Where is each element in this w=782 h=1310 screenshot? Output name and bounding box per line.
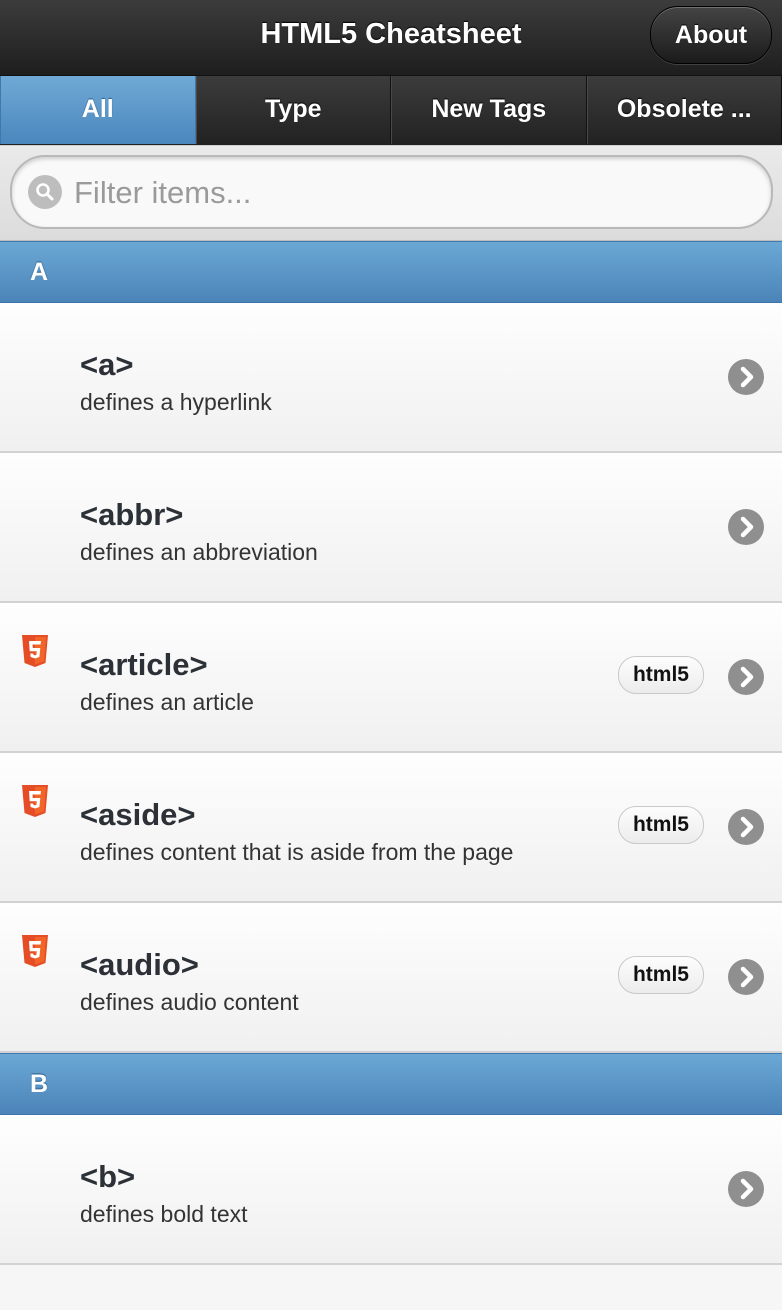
filter-input[interactable] — [72, 157, 751, 229]
item-tag: <a> — [80, 347, 134, 382]
item-description: defines a hyperlink — [80, 389, 272, 415]
item-tag: <abbr> — [80, 497, 184, 532]
html5-logo-icon — [20, 634, 50, 668]
list-item[interactable]: <audio> defines audio content html5 — [0, 903, 782, 1053]
tab-bar: All Type New Tags Obsolete ... — [0, 76, 782, 145]
chevron-right-icon — [728, 659, 764, 695]
item-tag: <b> — [80, 1159, 136, 1194]
item-description: defines audio content — [80, 989, 299, 1015]
html5-badge: html5 — [617, 956, 704, 994]
section-divider-a: A — [0, 241, 782, 303]
list-item[interactable]: <b> defines bold text — [0, 1115, 782, 1265]
list-item[interactable]: <abbr> defines an abbreviation — [0, 453, 782, 603]
tab-all[interactable]: All — [0, 76, 196, 144]
html5-badge: html5 — [617, 656, 704, 694]
html5-logo-icon — [20, 784, 50, 818]
chevron-right-icon — [728, 809, 764, 845]
tab-type[interactable]: Type — [195, 76, 391, 144]
list-item[interactable]: <aside> defines content that is aside fr… — [0, 753, 782, 903]
item-tag: <article> — [80, 647, 208, 682]
chevron-right-icon — [728, 509, 764, 545]
chevron-right-icon — [728, 1171, 764, 1207]
filter-bar — [0, 145, 782, 241]
chevron-right-icon — [728, 359, 764, 395]
tab-new-tags[interactable]: New Tags — [391, 76, 587, 144]
about-button[interactable]: About — [650, 6, 772, 64]
item-description: defines an article — [80, 689, 254, 715]
list-item[interactable]: <article> defines an article html5 — [0, 603, 782, 753]
html5-badge: html5 — [617, 806, 704, 844]
item-tag: <aside> — [80, 797, 196, 832]
item-description: defines bold text — [80, 1201, 248, 1227]
chevron-right-icon — [728, 959, 764, 995]
filter-field — [10, 155, 773, 229]
list-item[interactable]: <a> defines a hyperlink — [0, 303, 782, 453]
item-description: defines content that is aside from the p… — [80, 839, 514, 865]
html5-logo-icon — [20, 934, 50, 968]
search-icon — [28, 175, 62, 209]
item-description: defines an abbreviation — [80, 539, 318, 565]
app-header: HTML5 Cheatsheet About — [0, 0, 782, 76]
section-divider-b: B — [0, 1053, 782, 1115]
tab-obsolete[interactable]: Obsolete ... — [586, 76, 782, 144]
item-tag: <audio> — [80, 947, 199, 982]
